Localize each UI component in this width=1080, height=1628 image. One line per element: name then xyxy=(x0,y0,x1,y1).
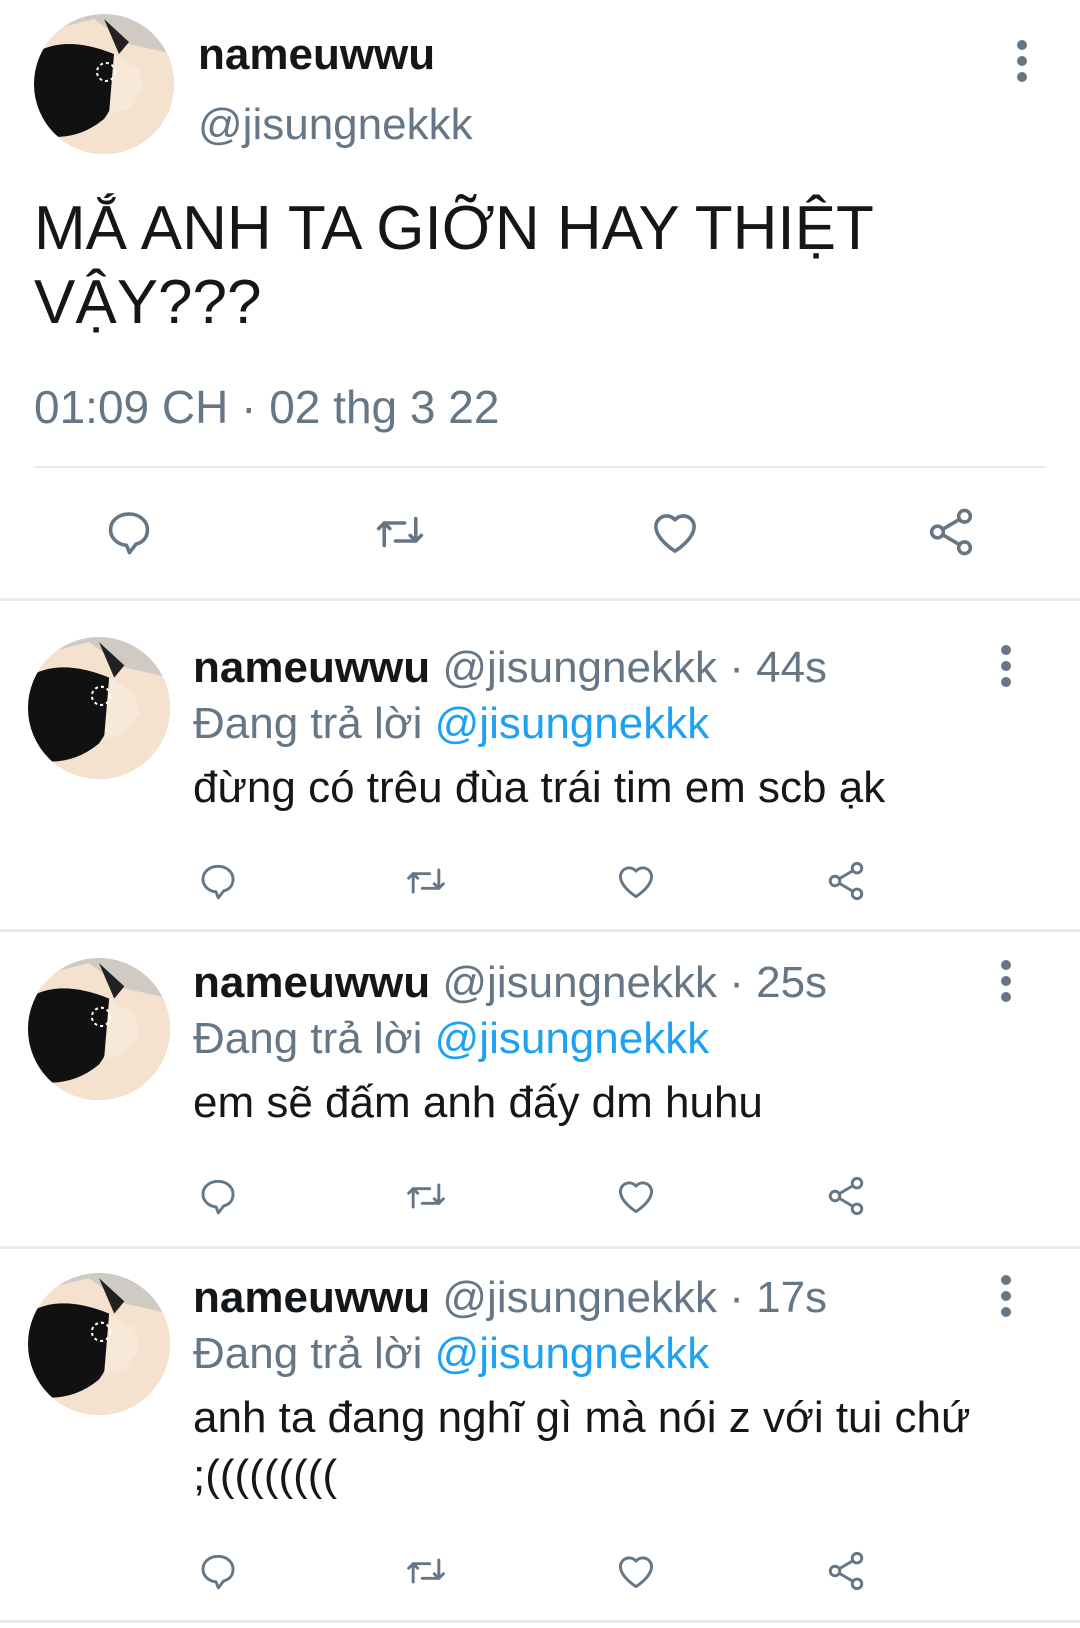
more-options-icon[interactable] xyxy=(1012,40,1032,84)
reply-header: nameuwwu @jisungnekkk · 44s xyxy=(193,643,827,693)
reply-icon[interactable] xyxy=(196,859,240,903)
retweet-icon[interactable] xyxy=(370,505,430,559)
share-icon[interactable] xyxy=(824,859,868,903)
avatar[interactable] xyxy=(34,14,174,154)
retweet-icon[interactable] xyxy=(402,859,450,903)
reply-time[interactable]: 17s xyxy=(756,1273,827,1322)
reply-icon[interactable] xyxy=(196,1174,240,1218)
reply-text: đừng có trêu đùa trái tim em scb ạk xyxy=(193,763,886,812)
reply-header: nameuwwu @jisungnekkk · 17s xyxy=(193,1273,827,1323)
display-name[interactable]: nameuwwu xyxy=(198,30,435,80)
replying-to: Đang trả lời @jisungnekkk xyxy=(193,699,709,749)
more-options-icon[interactable] xyxy=(996,1275,1016,1319)
user-handle[interactable]: @jisungnekkk xyxy=(198,100,473,150)
avatar[interactable] xyxy=(28,637,170,779)
retweet-icon[interactable] xyxy=(402,1174,450,1218)
separator-dot: · xyxy=(729,1273,744,1322)
reply-time[interactable]: 25s xyxy=(756,958,827,1007)
user-handle[interactable]: @jisungnekkk xyxy=(442,643,717,692)
reply-tweet[interactable]: nameuwwu @jisungnekkk · 17s Đang trả lời… xyxy=(0,1249,1080,1621)
replying-to: Đang trả lời @jisungnekkk xyxy=(193,1329,709,1379)
replying-to-link[interactable]: @jisungnekkk xyxy=(435,1329,710,1378)
reply-icon[interactable] xyxy=(102,505,156,559)
user-handle[interactable]: @jisungnekkk xyxy=(442,958,717,1007)
divider xyxy=(34,466,1046,468)
tweet-text: MẮ ANH TA GIỠN HAY THIỆT VẬY??? xyxy=(34,194,873,337)
replying-to: Đang trả lời @jisungnekkk xyxy=(193,1014,709,1064)
avatar[interactable] xyxy=(28,1273,170,1415)
divider xyxy=(0,1620,1080,1623)
reply-tweet[interactable]: nameuwwu @jisungnekkk · 25s Đang trả lời… xyxy=(0,932,1080,1248)
reply-tweet[interactable]: nameuwwu @jisungnekkk · 44s Đang trả lời… xyxy=(0,601,1080,931)
replying-label: Đang trả lời xyxy=(193,699,423,748)
reply-time[interactable]: 44s xyxy=(756,643,827,692)
replying-label: Đang trả lời xyxy=(193,1014,423,1063)
separator-dot: · xyxy=(729,958,744,1007)
reply-text: em sẽ đấm anh đấy dm huhu xyxy=(193,1078,763,1127)
heart-icon[interactable] xyxy=(614,859,658,903)
share-icon[interactable] xyxy=(824,1174,868,1218)
reply-header: nameuwwu @jisungnekkk · 25s xyxy=(193,958,827,1008)
user-handle[interactable]: @jisungnekkk xyxy=(442,1273,717,1322)
retweet-icon[interactable] xyxy=(402,1549,450,1593)
share-icon[interactable] xyxy=(924,505,978,559)
heart-icon[interactable] xyxy=(614,1549,658,1593)
display-name[interactable]: nameuwwu xyxy=(193,958,430,1007)
display-name[interactable]: nameuwwu xyxy=(193,1273,430,1322)
reply-icon[interactable] xyxy=(196,1549,240,1593)
replying-to-link[interactable]: @jisungnekkk xyxy=(435,699,710,748)
replying-to-link[interactable]: @jisungnekkk xyxy=(435,1014,710,1063)
separator-dot: · xyxy=(729,643,744,692)
heart-icon[interactable] xyxy=(614,1174,658,1218)
replying-label: Đang trả lời xyxy=(193,1329,423,1378)
more-options-icon[interactable] xyxy=(996,960,1016,1004)
tweet-timestamp[interactable]: 01:09 CH · 02 thg 3 22 xyxy=(34,380,499,434)
more-options-icon[interactable] xyxy=(996,645,1016,689)
share-icon[interactable] xyxy=(824,1549,868,1593)
avatar[interactable] xyxy=(28,958,170,1100)
reply-text: anh ta đang nghĩ gì mà nói z với tui chứ… xyxy=(193,1393,971,1500)
heart-icon[interactable] xyxy=(648,505,702,559)
display-name[interactable]: nameuwwu xyxy=(193,643,430,692)
main-tweet: nameuwwu @jisungnekkk MẮ ANH TA GIỠN HAY… xyxy=(0,0,1080,600)
